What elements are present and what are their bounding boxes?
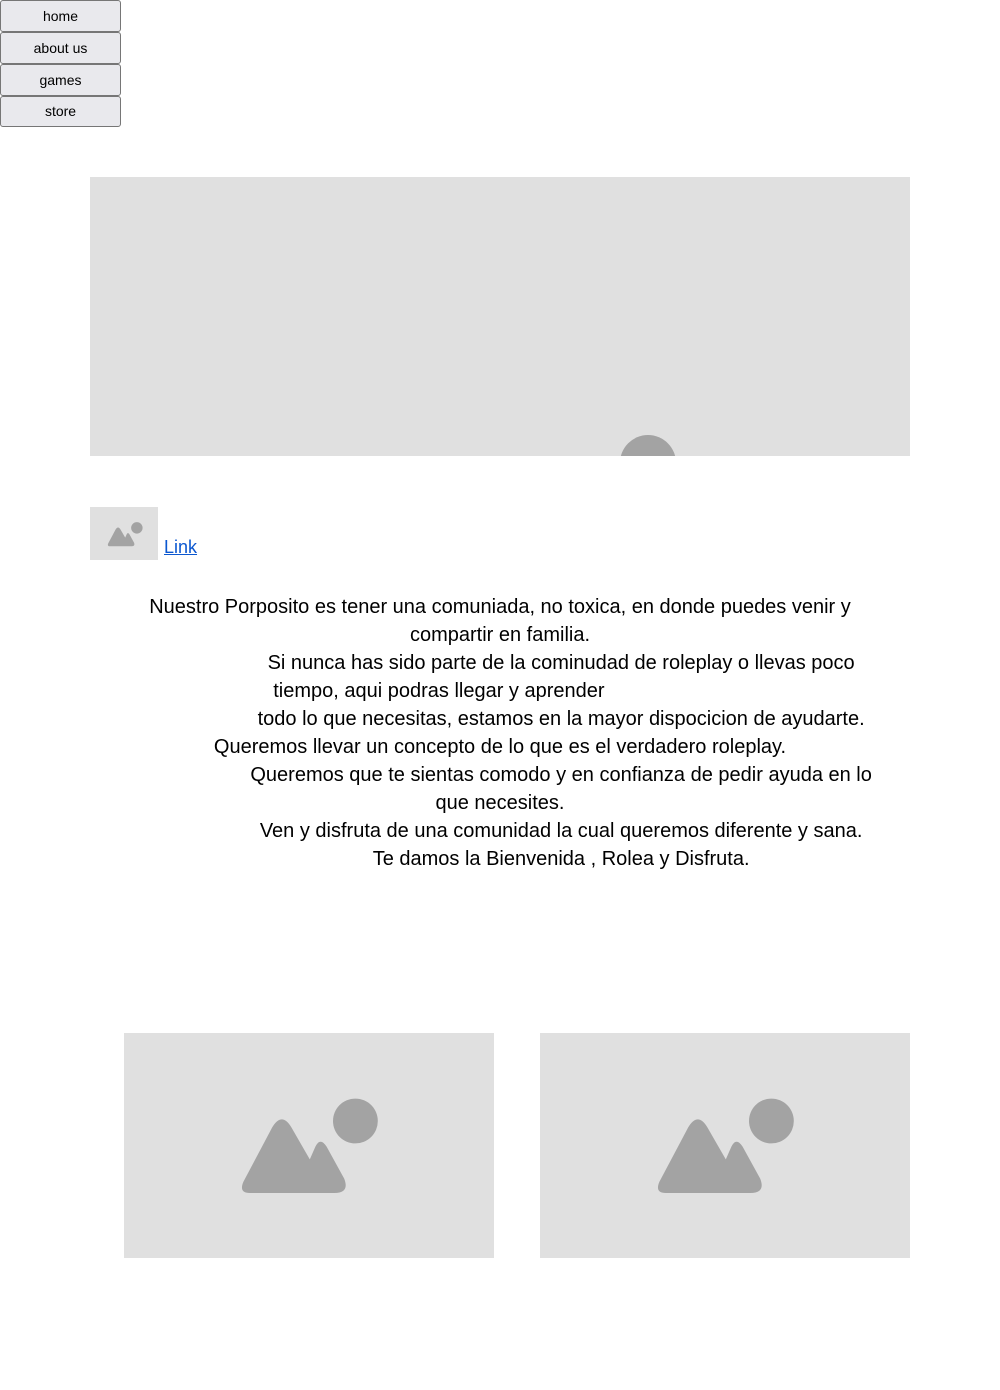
card-image-right [540,1033,910,1258]
intro-paragraph: Nuestro Porposito es tener una comuniada… [149,596,872,870]
hero-image [90,177,910,456]
nav-about-us-button[interactable]: about us [0,32,121,64]
image-placeholder-icon [107,522,143,547]
link[interactable]: Link [164,537,197,558]
nav-games-button[interactable]: games [0,64,121,96]
image-placeholder-icon [657,1098,794,1193]
nav-home-button[interactable]: home [0,0,121,32]
thumbnail-image [90,507,158,560]
image-placeholder-icon [620,435,676,456]
card-image-left [124,1033,494,1258]
image-placeholder-icon [241,1098,378,1193]
nav-store-button[interactable]: store [0,96,121,127]
